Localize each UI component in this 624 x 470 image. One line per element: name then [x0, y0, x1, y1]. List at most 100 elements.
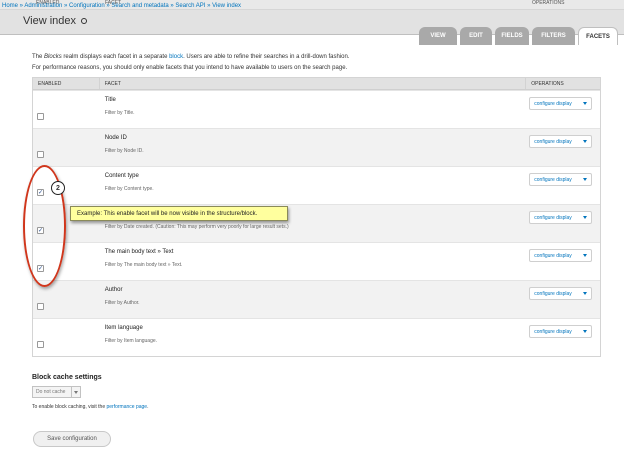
- performance-page-link[interactable]: performance page: [107, 404, 148, 410]
- operations-cell: configure display: [526, 91, 600, 128]
- configure-display-label: configure display: [534, 290, 572, 297]
- help-text: To enable block caching, visit the: [32, 404, 107, 410]
- configure-display-button[interactable]: configure display: [529, 135, 593, 148]
- configure-display-label: configure display: [534, 176, 572, 183]
- configure-display-label: configure display: [534, 100, 572, 107]
- col-facet: FACET: [100, 78, 527, 89]
- facet-cell: The main body text » Text Filter by The m…: [100, 243, 527, 280]
- tab-edit[interactable]: EDIT: [460, 27, 492, 45]
- caret-down-icon: [583, 330, 588, 333]
- configure-display-button[interactable]: configure display: [529, 97, 593, 110]
- facet-description: Filter by Title.: [104, 110, 135, 116]
- intro-text: The: [32, 54, 45, 60]
- facet-description: Filter by Node ID.: [104, 148, 144, 154]
- configure-display-label: configure display: [534, 328, 572, 335]
- tab-fields[interactable]: FIELDS: [495, 27, 529, 45]
- caret-down-icon: [583, 102, 588, 105]
- strip-col-operations: OPERATIONS: [532, 0, 565, 6]
- check-icon: ✓: [37, 227, 44, 234]
- block-cache-help: To enable block caching, visit the perfo…: [32, 404, 148, 410]
- help-text: .: [147, 404, 149, 410]
- block-cache-select[interactable]: Do not cache: [32, 386, 81, 398]
- chevron-down-icon[interactable]: [71, 387, 80, 397]
- configure-display-button[interactable]: configure display: [529, 249, 593, 262]
- facet-name: Content type: [104, 173, 139, 179]
- table-row: Node ID Filter by Node ID. configure displ…: [33, 128, 600, 166]
- configure-display-button[interactable]: configure display: [529, 287, 593, 300]
- table-header: ENABLED FACET OPERATIONS: [33, 78, 600, 90]
- intro-line-1: The Blocks realm displays each facet in …: [32, 52, 592, 62]
- facet-name: Item language: [104, 325, 143, 331]
- tab-bar: VIEW EDIT FIELDS FILTERS FACETS: [419, 27, 618, 45]
- configure-display-label: configure display: [534, 252, 572, 259]
- facet-name: Author: [104, 287, 123, 293]
- facet-cell: Author Filter by Author.: [100, 281, 527, 318]
- facet-cell: Node ID Filter by Node ID.: [100, 129, 527, 166]
- enabled-checkbox[interactable]: [37, 303, 44, 310]
- facet-cell: Title Filter by Title.: [100, 91, 527, 128]
- enabled-checkbox[interactable]: [37, 113, 44, 120]
- col-enabled: ENABLED: [33, 78, 100, 89]
- enabled-checkbox[interactable]: ✓: [37, 227, 44, 234]
- facet-name: Node ID: [104, 135, 127, 141]
- intro-line-2: For performance reasons, you should only…: [32, 65, 348, 71]
- tab-filters[interactable]: FILTERS: [532, 27, 575, 45]
- intro-text: . Users are able to refine their searche…: [183, 54, 350, 60]
- enabled-checkbox[interactable]: [37, 151, 44, 158]
- configure-display-label: configure display: [534, 138, 572, 145]
- table-body: Title Filter by Title. configure display No…: [33, 90, 600, 356]
- step-number-badge: 2: [51, 181, 65, 195]
- enabled-cell: [33, 91, 100, 128]
- operations-cell: configure display: [526, 205, 600, 242]
- caret-down-icon: [583, 292, 588, 295]
- tab-facets[interactable]: FACETS: [578, 27, 618, 45]
- enabled-checkbox[interactable]: ✓: [37, 265, 44, 272]
- intro-text: realm displays each facet in a separate: [61, 54, 170, 60]
- block-link[interactable]: block: [169, 54, 183, 60]
- block-cache-title: Block cache settings: [32, 374, 102, 381]
- operations-cell: configure display: [526, 167, 600, 204]
- enabled-cell: ✓: [33, 167, 100, 204]
- page-title-wrap: View index: [23, 15, 87, 27]
- facet-description: Filter by Content type.: [104, 186, 154, 192]
- page-title: View index: [23, 15, 76, 27]
- caret-down-icon: [583, 254, 588, 257]
- table-row: Author Filter by Author. configure display: [33, 280, 600, 318]
- col-operations: OPERATIONS: [531, 80, 564, 87]
- page-header: View index VIEW EDIT FIELDS FILTERS FACE…: [0, 10, 624, 45]
- caret-down-icon: [583, 216, 588, 219]
- save-configuration-button[interactable]: Save configuration: [33, 431, 111, 447]
- operations-cell: configure display: [526, 243, 600, 280]
- realm-name: Blocks: [44, 54, 62, 60]
- facet-name: The main body text » Text: [104, 249, 174, 255]
- caret-down-icon: [583, 140, 588, 143]
- configure-display-button[interactable]: configure display: [529, 173, 593, 186]
- block-cache-select-value: Do not cache: [36, 389, 66, 395]
- operations-cell: configure display: [526, 319, 600, 356]
- enabled-cell: [33, 319, 100, 356]
- facet-description: Filter by Item language.: [104, 338, 158, 344]
- facet-description: Filter by The main body text » Text.: [104, 262, 183, 268]
- facet-cell: Item language Filter by Item language.: [100, 319, 527, 356]
- check-icon: ✓: [37, 265, 44, 272]
- facet-description: Filter by Author.: [104, 300, 140, 306]
- enabled-cell: [33, 281, 100, 318]
- tab-view[interactable]: VIEW: [419, 27, 457, 45]
- facet-description: Filter by Date created. (Caution: This m…: [104, 224, 289, 230]
- gear-icon[interactable]: [81, 18, 87, 24]
- configure-display-button[interactable]: configure display: [529, 325, 593, 338]
- table-row: Title Filter by Title. configure display: [33, 90, 600, 128]
- configure-display-button[interactable]: configure display: [529, 211, 593, 224]
- enabled-checkbox[interactable]: [37, 341, 44, 348]
- configure-display-label: configure display: [534, 214, 572, 221]
- breadcrumb[interactable]: Home » Administration » Configuration » …: [2, 3, 241, 9]
- enabled-cell: [33, 129, 100, 166]
- facet-name: Title: [104, 97, 116, 103]
- table-row: ✓ The main body text » Text Filter by The …: [33, 242, 600, 280]
- table-row: Item language Filter by Item language. con…: [33, 318, 600, 356]
- operations-cell: configure display: [526, 129, 600, 166]
- facet-cell: Content type Filter by Content type.: [100, 167, 527, 204]
- table-row: ✓ Content type Filter by Content type. conf…: [33, 166, 600, 204]
- enabled-checkbox[interactable]: ✓: [37, 189, 44, 196]
- annotation-tooltip: Example: This enable facet will be now v…: [70, 206, 288, 221]
